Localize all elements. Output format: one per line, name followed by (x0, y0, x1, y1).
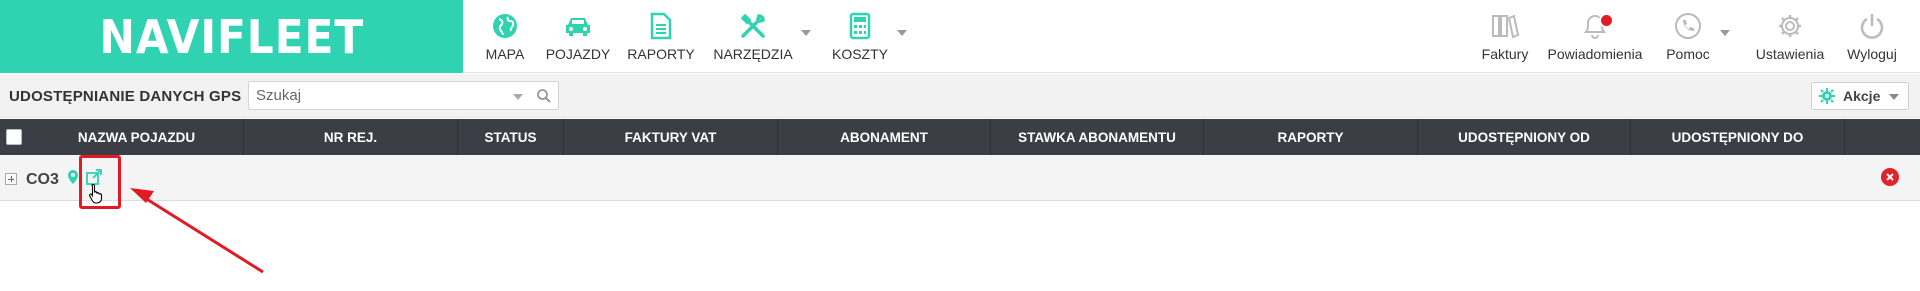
nav-item-powiadomienia[interactable]: Powiadomienia (1542, 0, 1648, 73)
page-title: UDOSTĘPNIANIE DANYCH GPS (9, 88, 242, 105)
nav-item-ustawienia[interactable]: Ustawienia (1750, 0, 1830, 73)
tools-icon (737, 10, 769, 42)
nav-item-pojazdy[interactable]: POJAZDY (543, 0, 613, 73)
top-navigation-bar: NAVIFLEET MAPA POJAZDY RAPORTY NARZĘDZIA (0, 0, 1920, 73)
nav-label-powiadomienia: Powiadomienia (1547, 46, 1643, 62)
delete-icon[interactable] (1881, 168, 1899, 186)
koszty-chevron-down-icon[interactable] (897, 30, 907, 36)
globe-icon (489, 10, 521, 42)
column-header-vehicle-name[interactable]: NAZWA POJAZDU (30, 119, 244, 155)
pomoc-chevron-down-icon[interactable] (1720, 30, 1730, 36)
nav-label-koszty: KOSZTY (831, 46, 888, 62)
nav-label-mapa: MAPA (485, 46, 525, 62)
nav-label-ustawienia: Ustawienia (1755, 46, 1825, 62)
column-header-status[interactable]: STATUS (458, 119, 564, 155)
nav-item-narzedzia[interactable]: NARZĘDZIA (712, 0, 794, 73)
actions-label: Akcje (1843, 88, 1881, 104)
nav-item-pomoc[interactable]: Pomoc (1660, 0, 1716, 73)
car-icon (562, 10, 594, 42)
column-header-reports[interactable]: RAPORTY (1204, 119, 1418, 155)
column-header-shared-to[interactable]: UDOSTĘPNIONY DO (1631, 119, 1845, 155)
nav-item-mapa[interactable]: MAPA (470, 0, 540, 73)
expand-row-icon[interactable] (5, 173, 17, 185)
document-icon (645, 10, 677, 42)
logo[interactable]: NAVIFLEET (0, 0, 463, 73)
hand-cursor-icon (89, 183, 103, 204)
nav-item-raporty[interactable]: RAPORTY (622, 0, 700, 73)
search-box[interactable] (248, 81, 559, 110)
search-icon[interactable] (536, 88, 552, 104)
location-pin-icon[interactable] (66, 169, 80, 185)
page-toolbar: UDOSTĘPNIANIE DANYCH GPS Akcje (0, 74, 1920, 118)
nav-item-wyloguj[interactable]: Wyloguj (1842, 0, 1902, 73)
binders-icon (1489, 10, 1521, 42)
bell-icon (1579, 10, 1614, 42)
column-header-subscription[interactable]: ABONAMENT (778, 119, 991, 155)
nav-item-koszty[interactable]: KOSZTY (825, 0, 895, 73)
nav-label-faktury: Faktury (1481, 46, 1529, 62)
vehicle-name: CO3 (26, 171, 59, 188)
search-input[interactable] (249, 82, 509, 109)
column-header-subscription-rate[interactable]: STAWKA ABONAMENTU (991, 119, 1204, 155)
nav-label-raporty: RAPORTY (627, 46, 695, 62)
calculator-icon (844, 10, 876, 42)
nav-label-wyloguj: Wyloguj (1847, 46, 1897, 62)
table-header: NAZWA POJAZDU NR REJ. STATUS FAKTURY VAT… (0, 119, 1920, 155)
nav-label-pomoc: Pomoc (1666, 46, 1710, 62)
gear-icon (1774, 10, 1806, 42)
phone-icon (1672, 10, 1704, 42)
actions-chevron-down-icon (1889, 94, 1899, 100)
gear-icon (1819, 88, 1835, 104)
nav-label-narzedzia: NARZĘDZIA (713, 46, 793, 62)
narzedzia-chevron-down-icon[interactable] (801, 30, 811, 36)
power-icon (1856, 10, 1888, 42)
table-row[interactable]: CO3 (0, 155, 1920, 201)
actions-button[interactable]: Akcje (1811, 82, 1909, 110)
nav-item-faktury[interactable]: Faktury (1472, 0, 1538, 73)
column-header-vat-invoices[interactable]: FAKTURY VAT (564, 119, 778, 155)
select-all-checkbox[interactable] (6, 129, 22, 145)
notification-dot (1599, 13, 1614, 28)
logo-text: NAVIFLEET (99, 9, 364, 64)
search-chevron-down-icon[interactable] (513, 94, 523, 100)
nav-label-pojazdy: POJAZDY (545, 46, 611, 62)
column-header-registration[interactable]: NR REJ. (244, 119, 458, 155)
column-header-shared-from[interactable]: UDOSTĘPNIONY OD (1418, 119, 1631, 155)
